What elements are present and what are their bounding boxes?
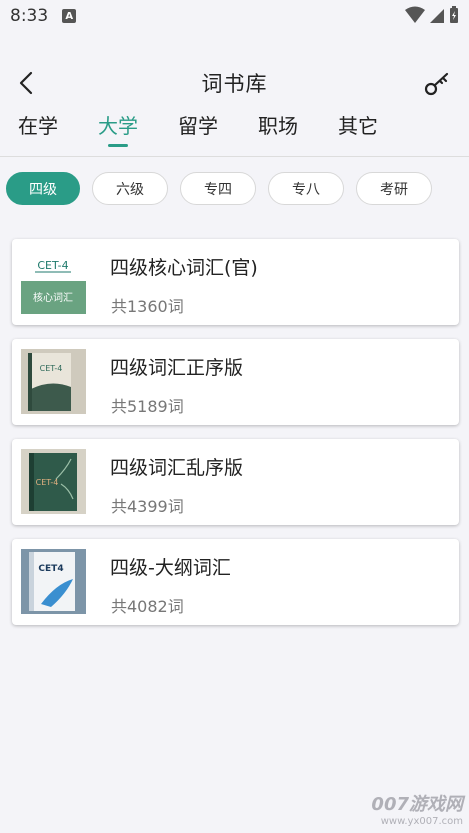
tab-qita[interactable]: 其它 <box>338 110 418 156</box>
book-word-count: 共4082词 <box>111 597 184 616</box>
top-bar: 词书库 <box>0 60 469 106</box>
wifi-icon <box>405 6 425 23</box>
notification-icon: A <box>62 9 77 23</box>
watermark: 007游戏网 www.yx007.com <box>371 790 463 827</box>
book-title: 四级-大纲词汇 <box>110 557 231 579</box>
key-button[interactable] <box>423 70 451 98</box>
status-bar: 8:33 A <box>0 0 469 32</box>
back-button[interactable] <box>14 70 40 96</box>
watermark-brand: 007游戏网 <box>371 794 463 815</box>
book-card[interactable]: CET-4 四级词汇正序版 共5189词 <box>12 339 459 425</box>
watermark-url: www.yx007.com <box>380 816 463 827</box>
chip-cet4[interactable]: 四级 <box>6 172 80 205</box>
level-filter-chips: 四级 六级 专四 专八 考研 <box>6 172 432 205</box>
tab-active-indicator <box>108 144 128 147</box>
cover-title: CET-4 <box>37 259 68 272</box>
status-icons <box>405 6 459 24</box>
book-title: 四级核心词汇(官) <box>110 257 258 279</box>
status-time: 8:33 <box>10 6 49 26</box>
battery-icon <box>450 6 458 23</box>
tab-label: 其它 <box>338 114 378 138</box>
book-word-count: 共1360词 <box>111 297 184 316</box>
cover-subtitle: 核心词汇 <box>33 291 73 304</box>
chip-tem4[interactable]: 专四 <box>180 172 256 205</box>
book-card[interactable]: CET-4 核心词汇 四级核心词汇(官) 共1360词 <box>12 239 459 325</box>
cover-title: CET-4 <box>40 364 63 373</box>
tab-zaixue[interactable]: 在学 <box>18 110 98 156</box>
book-title: 四级词汇正序版 <box>110 357 244 379</box>
book-card[interactable]: CET-4 四级词汇乱序版 共4399词 <box>12 439 459 525</box>
book-word-count: 共4399词 <box>111 497 184 516</box>
tab-daxue[interactable]: 大学 <box>98 110 178 156</box>
chip-tem8[interactable]: 专八 <box>268 172 344 205</box>
cover-title: CET-4 <box>36 478 59 487</box>
book-list: CET-4 核心词汇 四级核心词汇(官) 共1360词 CET-4 四级词汇正序… <box>12 239 459 639</box>
book-cover-image: CET-4 <box>21 449 86 514</box>
key-icon <box>424 72 449 96</box>
tab-label: 大学 <box>98 114 138 138</box>
tab-zhichang[interactable]: 职场 <box>258 110 338 156</box>
back-arrow-icon <box>19 71 33 95</box>
signal-icon <box>430 9 444 23</box>
cover-title: CET4 <box>38 564 63 574</box>
chip-cet6[interactable]: 六级 <box>92 172 168 205</box>
tabs-divider <box>0 156 469 157</box>
category-tabs: 在学 大学 留学 职场 其它 <box>0 110 469 156</box>
tab-label: 留学 <box>178 114 218 138</box>
page-title: 词书库 <box>201 72 268 96</box>
book-card[interactable]: CET4 四级-大纲词汇 共4082词 <box>12 539 459 625</box>
tab-liuxue[interactable]: 留学 <box>178 110 258 156</box>
chip-kaoyan[interactable]: 考研 <box>356 172 432 205</box>
tab-label: 职场 <box>258 114 298 138</box>
book-title: 四级词汇乱序版 <box>110 457 244 479</box>
book-cover-image: CET-4 <box>21 349 86 414</box>
tab-label: 在学 <box>18 114 58 138</box>
book-cover-image: CET-4 核心词汇 <box>21 249 86 314</box>
book-cover-image: CET4 <box>21 549 86 614</box>
book-word-count: 共5189词 <box>111 397 184 416</box>
